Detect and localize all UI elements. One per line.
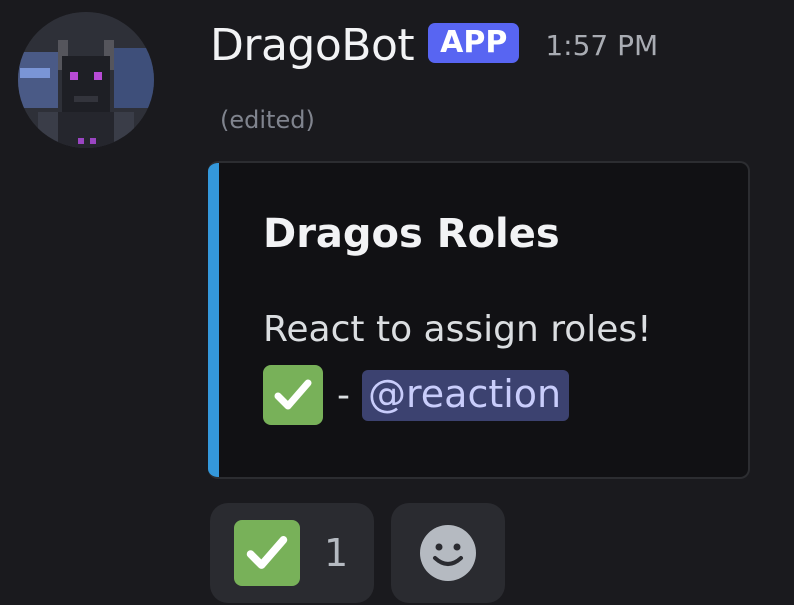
reaction-check-mark[interactable]: 1: [210, 503, 374, 603]
app-badge: APP: [428, 22, 520, 64]
embed-accent-bar: [208, 163, 219, 477]
add-reaction-smiley-icon: [420, 525, 476, 581]
add-reaction-button[interactable]: [391, 503, 505, 603]
reactions-bar: 1: [210, 503, 505, 603]
author-name[interactable]: DragoBot: [210, 20, 415, 71]
embed-title: Dragos Roles: [263, 211, 560, 257]
reaction-count: 1: [324, 531, 349, 575]
embed-description: React to assign roles!: [263, 309, 652, 350]
role-mention[interactable]: @reaction: [362, 369, 570, 421]
check-mark-emoji-icon: [234, 520, 300, 586]
bot-avatar-icon: [18, 12, 154, 148]
bot-avatar[interactable]: [18, 12, 154, 148]
role-separator: -: [337, 374, 350, 416]
embed-card: Dragos Roles React to assign roles! - @r…: [208, 161, 750, 479]
chat-message: DragoBot APP 1:57 PM (edited) Dragos Rol…: [0, 0, 794, 605]
edited-label: (edited): [220, 106, 315, 134]
check-mark-emoji-icon: [263, 365, 323, 425]
message-timestamp[interactable]: 1:57 PM: [545, 29, 658, 62]
role-line: - @reaction: [263, 365, 570, 425]
message-header: DragoBot APP 1:57 PM: [210, 14, 658, 76]
